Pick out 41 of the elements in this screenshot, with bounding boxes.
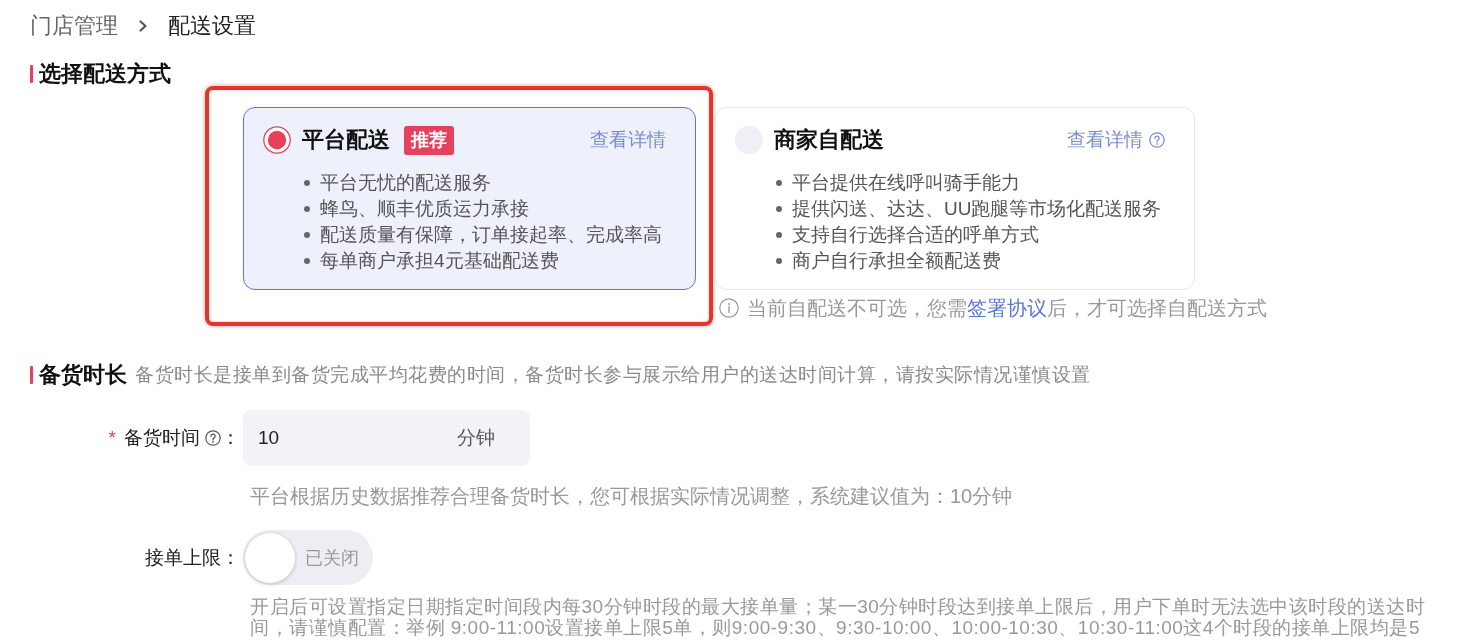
label-colon: ：	[221, 426, 240, 450]
feature-text: 商户自行承担全额配送费	[792, 249, 1001, 273]
feature-text: 配送质量有保障，订单接起率、完成率高	[320, 223, 662, 247]
chevron-right-icon	[137, 19, 149, 33]
field-label: 备货时间	[124, 426, 200, 450]
section-description: 备货时长是接单到备货完成平均花费的时间，备货时长参与展示给用户的送达时间计算，请按实际情况谨慎设置	[135, 363, 1091, 387]
feature-text: 支持自行选择合适的呼单方式	[792, 223, 1039, 247]
field-hint: 平台根据历史数据推荐合理备货时长，您可根据实际情况调整，系统建议值为：10分钟	[249, 484, 1013, 508]
option-title: 平台配送	[302, 126, 390, 154]
section-marker-icon	[30, 366, 33, 384]
bullet-icon	[776, 258, 782, 264]
section-title: 选择配送方式	[39, 60, 171, 88]
required-mark: *	[108, 427, 116, 449]
bullet-icon	[776, 232, 782, 238]
bullet-icon	[304, 232, 310, 238]
bullet-icon	[304, 180, 310, 186]
section-marker-icon	[30, 65, 33, 83]
bullet-icon	[776, 180, 782, 186]
feature-text: 提供闪送、达达、UU跑腿等市场化配送服务	[792, 197, 1162, 221]
breadcrumb-link[interactable]: 门店管理	[30, 11, 118, 41]
notice-text: 当前自配送不可选，您需签署协议后，才可选择自配送方式	[747, 295, 1267, 321]
info-icon	[719, 298, 739, 318]
help-icon	[1149, 132, 1165, 148]
radio-button[interactable]	[263, 126, 291, 154]
label-colon: ：	[221, 545, 240, 570]
option-title: 商家自配送	[774, 126, 884, 154]
recommend-badge: 推荐	[404, 125, 454, 155]
feature-text: 平台无忧的配送服务	[320, 171, 491, 195]
bullet-icon	[304, 258, 310, 264]
duration-input[interactable]: 10 分钟	[243, 410, 530, 466]
feature-text: 蜂鸟、顺丰优质运力承接	[320, 197, 529, 221]
feature-text: 每单商户承担4元基础配送费	[320, 249, 559, 273]
bullet-icon	[304, 206, 310, 212]
bullet-icon	[776, 206, 782, 212]
option-card[interactable]: 平台配送 推荐 查看详情 平台无忧的配送服务 蜂鸟、顺丰优质运力承接 配送质量有保障，订单接起率、完成率高 每单商户承担4元基础配送费	[243, 107, 696, 290]
breadcrumb-current: 配送设置	[168, 12, 256, 40]
field-hint: 开启后可设置指定日期指定时间段内每30分钟时段的最大接单量；某一30分钟时段达到接单上限后，用户下单时无法选中该时段的送达时间，请谨慎配置：举例 9:00-11:00设置接单上限5单，则9:00-9:30、9:30-10:00、10:00-10:30、10:30-11:00这4个时段的接单上限均是5	[249, 596, 1427, 638]
feature-text: 平台提供在线呼叫骑手能力	[792, 171, 1020, 195]
section-title: 备货时长	[39, 361, 127, 389]
unit-label: 分钟	[457, 426, 495, 450]
field-label: 接单上限	[145, 545, 221, 570]
